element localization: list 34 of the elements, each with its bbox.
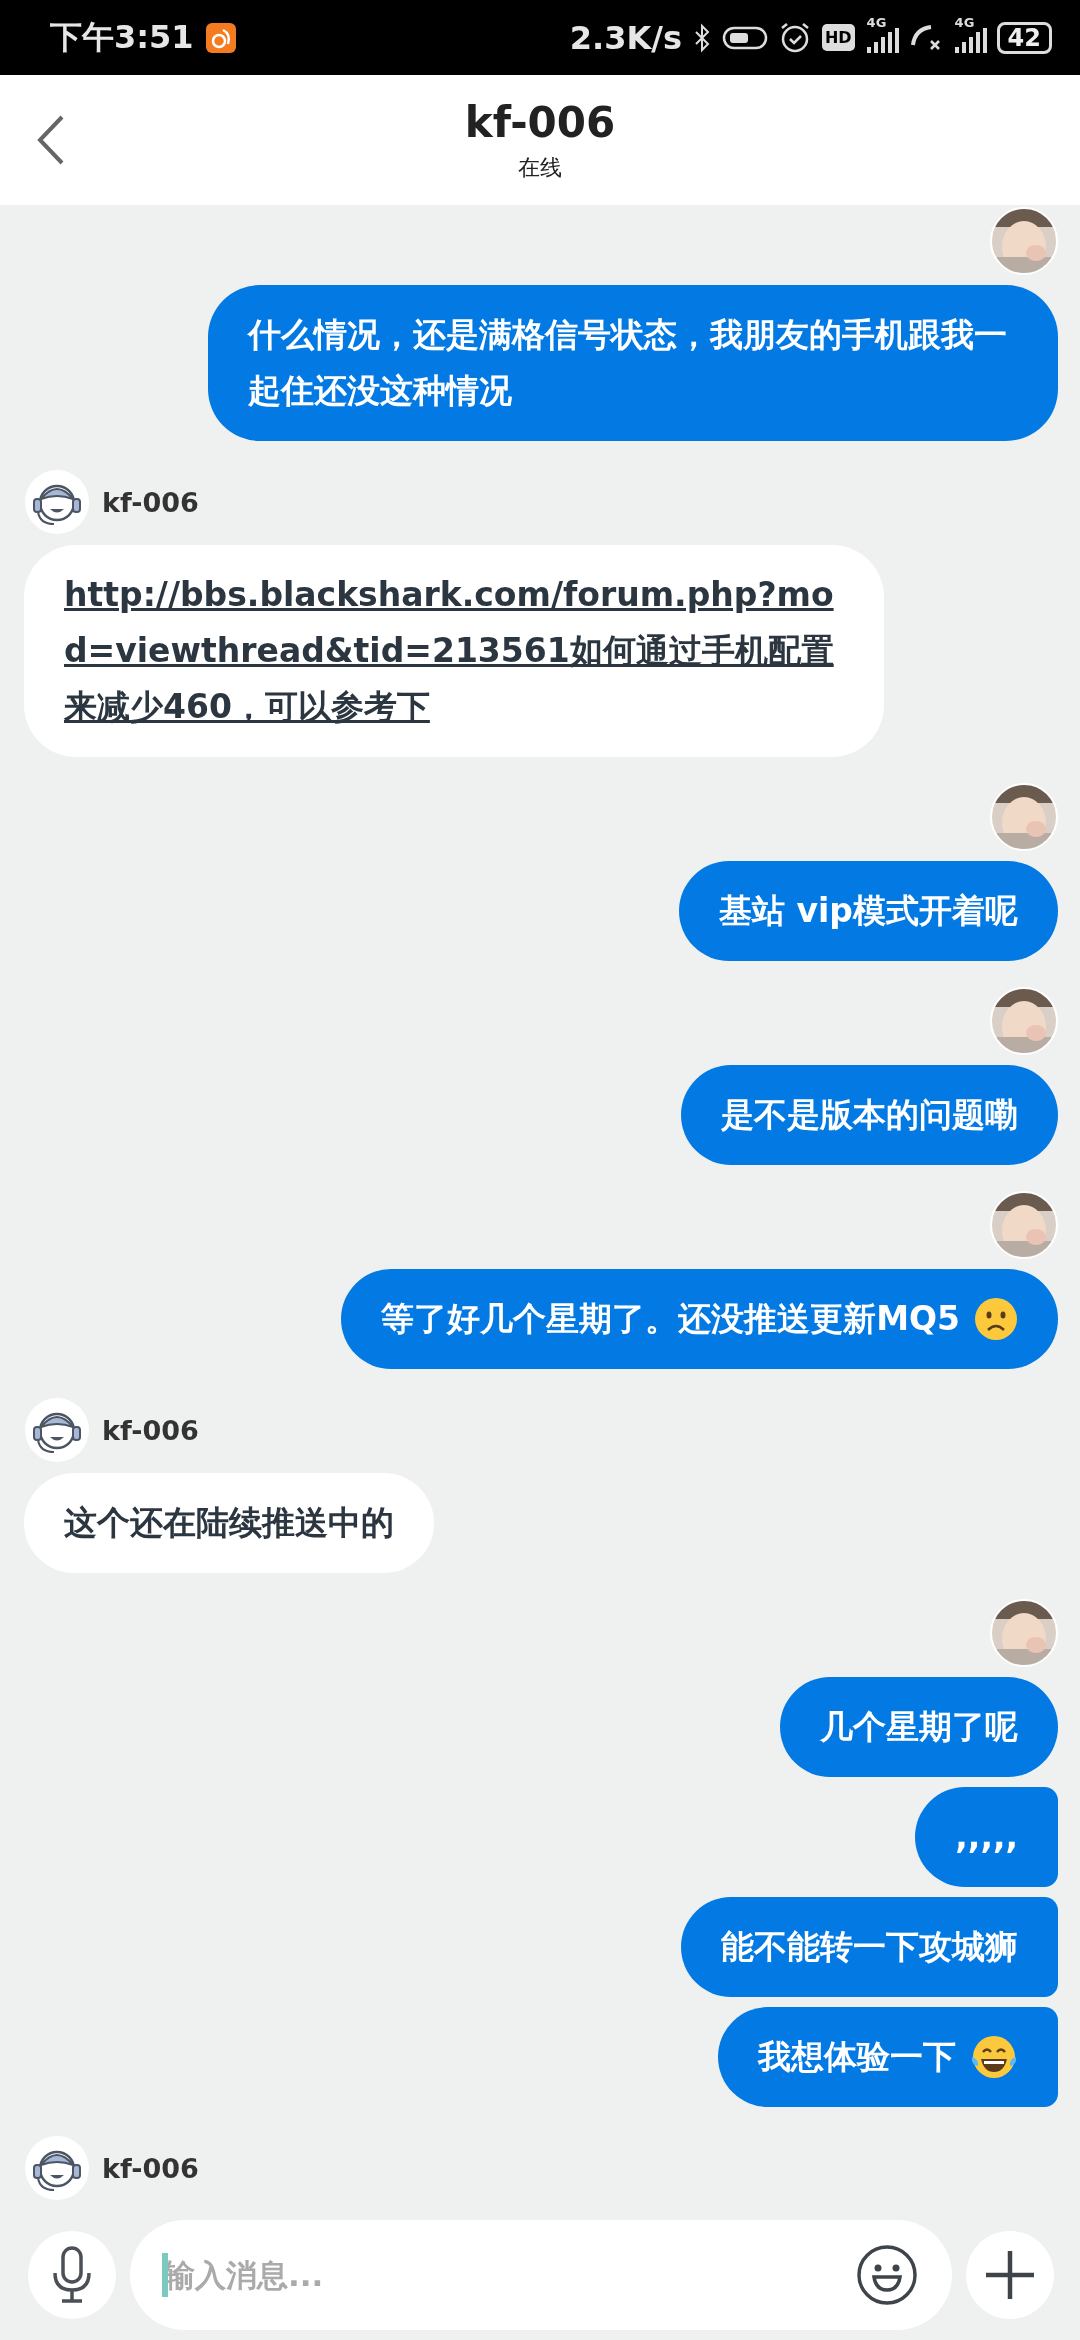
frowning-face-icon (974, 1297, 1018, 1341)
hd-badge: HD (821, 24, 855, 51)
emoji-icon[interactable] (856, 2244, 918, 2306)
clock: 下午3:51 (50, 16, 194, 58)
message-text: 什么情况，还是满格信号状态，我朋友的手机跟我一起住还没这种情况 (248, 314, 1008, 412)
online-status: 在线 (518, 153, 562, 182)
network-speed: 2.3K/s (569, 18, 682, 57)
signal-icon (864, 26, 899, 55)
microphone-icon (50, 2245, 94, 2305)
sender-name: kf-006 (102, 2152, 199, 2184)
agent-avatar-icon (24, 469, 90, 535)
battery-indicator: 42 (996, 21, 1052, 54)
network-type: 4G (866, 14, 887, 30)
plus-icon (984, 2249, 1036, 2301)
laughing-face-icon (970, 2035, 1018, 2079)
message-text: ,,,,, (955, 1816, 1018, 1858)
message-text: 几个星期了呢 (820, 1706, 1018, 1748)
text-cursor (162, 2253, 168, 2297)
sender-name: kf-006 (102, 486, 199, 518)
message-text: 是不是版本的问题嘞 (721, 1094, 1018, 1136)
message-text: 这个还在陆续推送中的 (64, 1502, 394, 1544)
message-text: 我想体验一下 (758, 2036, 956, 2078)
back-icon (36, 113, 66, 167)
sender-name: kf-006 (102, 1414, 199, 1446)
message-text: 基站 vip模式开着呢 (719, 890, 1018, 932)
browser-app-icon (205, 22, 236, 53)
network-type: 4G (954, 14, 975, 30)
agent-avatar-icon (24, 2135, 90, 2201)
message-link[interactable]: http://bbs.blackshark.com/forum.php?mod=viewthread&tid=213561如何通过手机配置来减少460，可以参考下 (64, 567, 844, 735)
message-text: 能不能转一下攻城狮 (721, 1926, 1018, 1968)
chat-title: kf-006 (464, 97, 616, 147)
agent-avatar-icon (24, 1397, 90, 1463)
signal-icon (952, 26, 987, 55)
message-text: 等了好几个星期了。还没推送更新MQ5 (381, 1298, 960, 1340)
